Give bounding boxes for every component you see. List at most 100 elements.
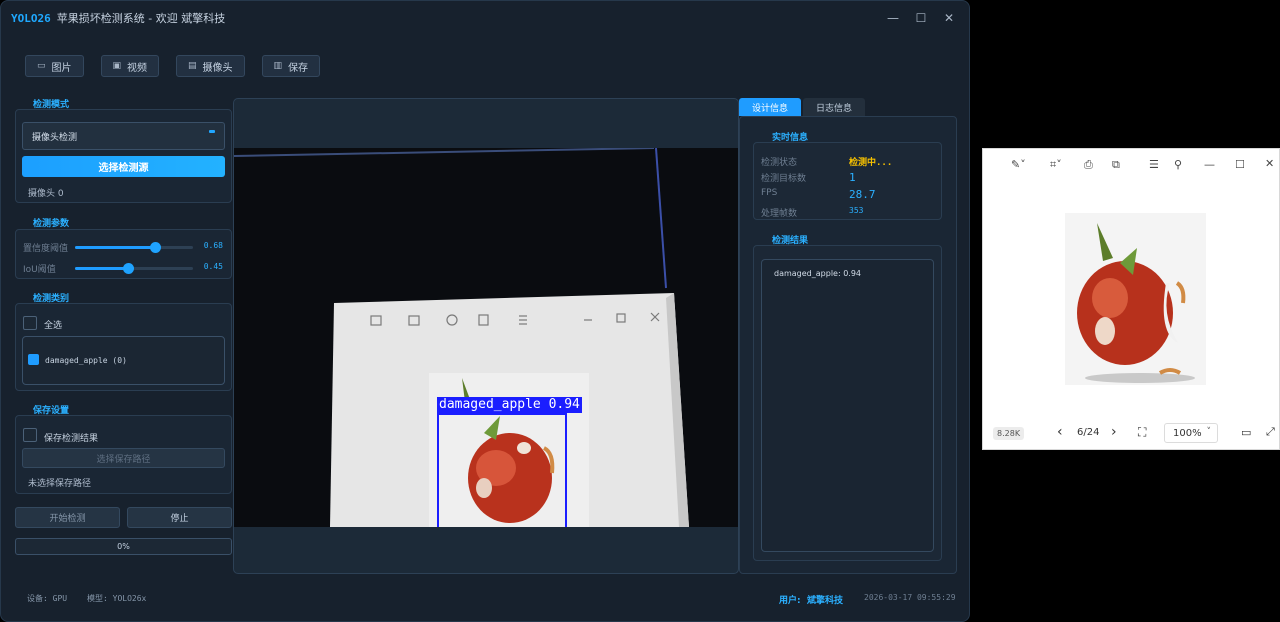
maximize-icon[interactable]: ☐ <box>1235 158 1245 171</box>
stop-button[interactable]: 停止 <box>127 507 232 528</box>
iou-knob[interactable] <box>122 263 134 274</box>
conf-knob[interactable] <box>149 242 161 253</box>
window-controls: — ☐ ✕ <box>879 7 963 29</box>
zoom-select[interactable]: 100% ˅ <box>1164 423 1218 443</box>
app-title: 苹果损坏检测系统 - 欢迎 斌擎科技 <box>56 12 226 25</box>
detection-box <box>437 413 567 527</box>
conf-fill <box>75 246 156 249</box>
camera-frame: damaged_apple 0.94 <box>234 148 738 527</box>
video-button-label: 视频 <box>127 62 148 74</box>
video-icon: ▣ <box>112 61 122 71</box>
image-viewer-window: ✎˅ ⌗˅ ⎙ ⧉ ☰ ⚲ — ☐ ✕ 8.28K ‹ 6/24 › ⛶ 100… <box>982 148 1280 450</box>
camera-info: 摄像头 0 <box>28 189 64 199</box>
fps-value: 28.7 <box>849 188 876 201</box>
progress-text: 0% <box>117 542 130 551</box>
detect-mode-value: 摄像头检测 <box>32 132 78 143</box>
conf-label: 置信度阈值 <box>23 244 69 254</box>
image-button-label: 图片 <box>51 62 72 74</box>
select-all-label: 全选 <box>44 321 63 331</box>
next-icon[interactable]: › <box>1111 424 1117 440</box>
conf-track[interactable] <box>75 242 193 253</box>
title-bar: YOLO26 苹果损坏检测系统 - 欢迎 斌擎科技 — ☐ ✕ <box>1 1 969 35</box>
fit-icon[interactable]: ⛶ <box>1138 425 1146 440</box>
file-size-badge: 8.28K <box>993 427 1025 440</box>
crop-icon[interactable]: ⌗˅ <box>1050 158 1062 172</box>
iou-value: 0.45 <box>203 262 223 271</box>
app-brand: YOLO26 <box>11 11 51 25</box>
fps-key: FPS <box>761 188 778 198</box>
targets-value: 1 <box>849 171 856 184</box>
detect-mode-select[interactable]: 摄像头检测 <box>22 122 225 150</box>
toolbar: ▭ 图片 ▣ 视频 ▤ 摄像头 ▥ 保存 <box>25 55 321 77</box>
save-icon: ▥ <box>273 61 283 71</box>
detection-label: damaged_apple 0.94 <box>437 397 582 413</box>
pin-icon[interactable]: ⚲ <box>1174 158 1182 171</box>
progress-bar: 0% <box>15 538 232 555</box>
status-value: 检测中... <box>849 158 893 168</box>
save-results-checkbox[interactable] <box>23 428 37 442</box>
params-title: 检测参数 <box>33 219 70 229</box>
edit-icon[interactable]: ✎˅ <box>1011 158 1026 171</box>
camera-button[interactable]: ▤ 摄像头 <box>176 55 245 77</box>
print-icon[interactable]: ⎙ <box>1084 158 1093 172</box>
frames-key: 处理帧数 <box>761 209 798 219</box>
zoom-value: 100% <box>1173 427 1202 439</box>
tab-design-info[interactable]: 设计信息 <box>739 98 802 116</box>
conf-value: 0.68 <box>203 241 223 250</box>
model-info: 模型: YOLO26x <box>87 594 147 603</box>
camera-icon: ▤ <box>188 61 197 71</box>
image-button[interactable]: ▭ 图片 <box>25 55 84 77</box>
info-tabs: 设计信息 日志信息 <box>739 98 866 116</box>
choose-path-button[interactable]: 选择保存路径 <box>22 448 225 468</box>
category-label: damaged_apple (0) <box>45 356 127 365</box>
status-key: 检测状态 <box>761 158 798 168</box>
menu-icon[interactable]: ☰ <box>1149 158 1159 171</box>
info-row-fps: FPS 28.7 <box>761 188 936 202</box>
save-button-label: 保存 <box>288 62 309 74</box>
image-icon: ▭ <box>37 61 46 71</box>
minimize-icon[interactable]: — <box>1204 158 1215 171</box>
info-row-targets: 检测目标数 1 <box>761 171 936 185</box>
conf-slider[interactable]: 置信度阈值 0.68 <box>23 241 223 254</box>
status-bar: 设备: GPU 模型: YOLO26x 用户: 斌擎科技 2026-03-17 … <box>1 593 969 607</box>
gallery-icon[interactable]: ▭ <box>1241 426 1251 439</box>
save-results-label: 保存检测结果 <box>44 434 99 444</box>
image-viewer-footer: 8.28K ‹ 6/24 › ⛶ 100% ˅ ▭ ⤢ <box>983 419 1280 449</box>
result-line: damaged_apple: 0.94 <box>774 269 862 278</box>
start-detect-button[interactable]: 开始检测 <box>15 507 120 528</box>
iou-track[interactable] <box>75 263 193 274</box>
save-button[interactable]: ▥ 保存 <box>261 55 321 77</box>
fullscreen-icon[interactable]: ⤢ <box>1266 425 1275 439</box>
image-viewer-toolbar: ✎˅ ⌗˅ ⎙ ⧉ ☰ ⚲ — ☐ ✕ <box>983 149 1280 181</box>
info-row-frames: 处理帧数 353 <box>761 206 936 220</box>
datetime: 2026-03-17 09:55:29 <box>864 593 956 602</box>
select-all-checkbox[interactable] <box>23 316 37 330</box>
camera-button-label: 摄像头 <box>202 62 233 74</box>
iou-label: IoU阈值 <box>23 265 56 275</box>
category-checkbox[interactable] <box>28 354 39 365</box>
prev-icon[interactable]: ‹ <box>1057 424 1063 440</box>
minimize-icon[interactable]: — <box>879 7 907 29</box>
results-box <box>761 259 934 552</box>
video-display: damaged_apple 0.94 <box>233 98 739 574</box>
device-info: 设备: GPU <box>27 594 68 603</box>
video-button[interactable]: ▣ 视频 <box>100 55 160 77</box>
path-status: 未选择保存路径 <box>28 479 92 489</box>
user-label: 用户: <box>779 596 801 606</box>
tab-log-info[interactable]: 日志信息 <box>803 98 866 116</box>
frames-value: 353 <box>849 206 864 215</box>
iou-fill <box>75 267 129 270</box>
share-icon[interactable]: ⧉ <box>1112 158 1120 172</box>
dropdown-indicator-icon <box>209 130 215 133</box>
iou-slider[interactable]: IoU阈值 0.45 <box>23 262 223 275</box>
user-name: 斌擎科技 <box>807 596 844 606</box>
select-source-button[interactable]: 选择检测源 <box>22 156 225 177</box>
close-icon[interactable]: ✕ <box>1265 157 1274 170</box>
info-row-status: 检测状态 检测中... <box>761 155 936 169</box>
apple-image <box>1065 213 1206 385</box>
main-window: YOLO26 苹果损坏检测系统 - 欢迎 斌擎科技 — ☐ ✕ ▭ 图片 ▣ 视… <box>0 0 970 622</box>
chevron-down-icon: ˅ <box>1206 427 1212 437</box>
close-icon[interactable]: ✕ <box>935 7 963 29</box>
maximize-icon[interactable]: ☐ <box>907 7 935 29</box>
page-indicator: 6/24 <box>1077 427 1100 438</box>
